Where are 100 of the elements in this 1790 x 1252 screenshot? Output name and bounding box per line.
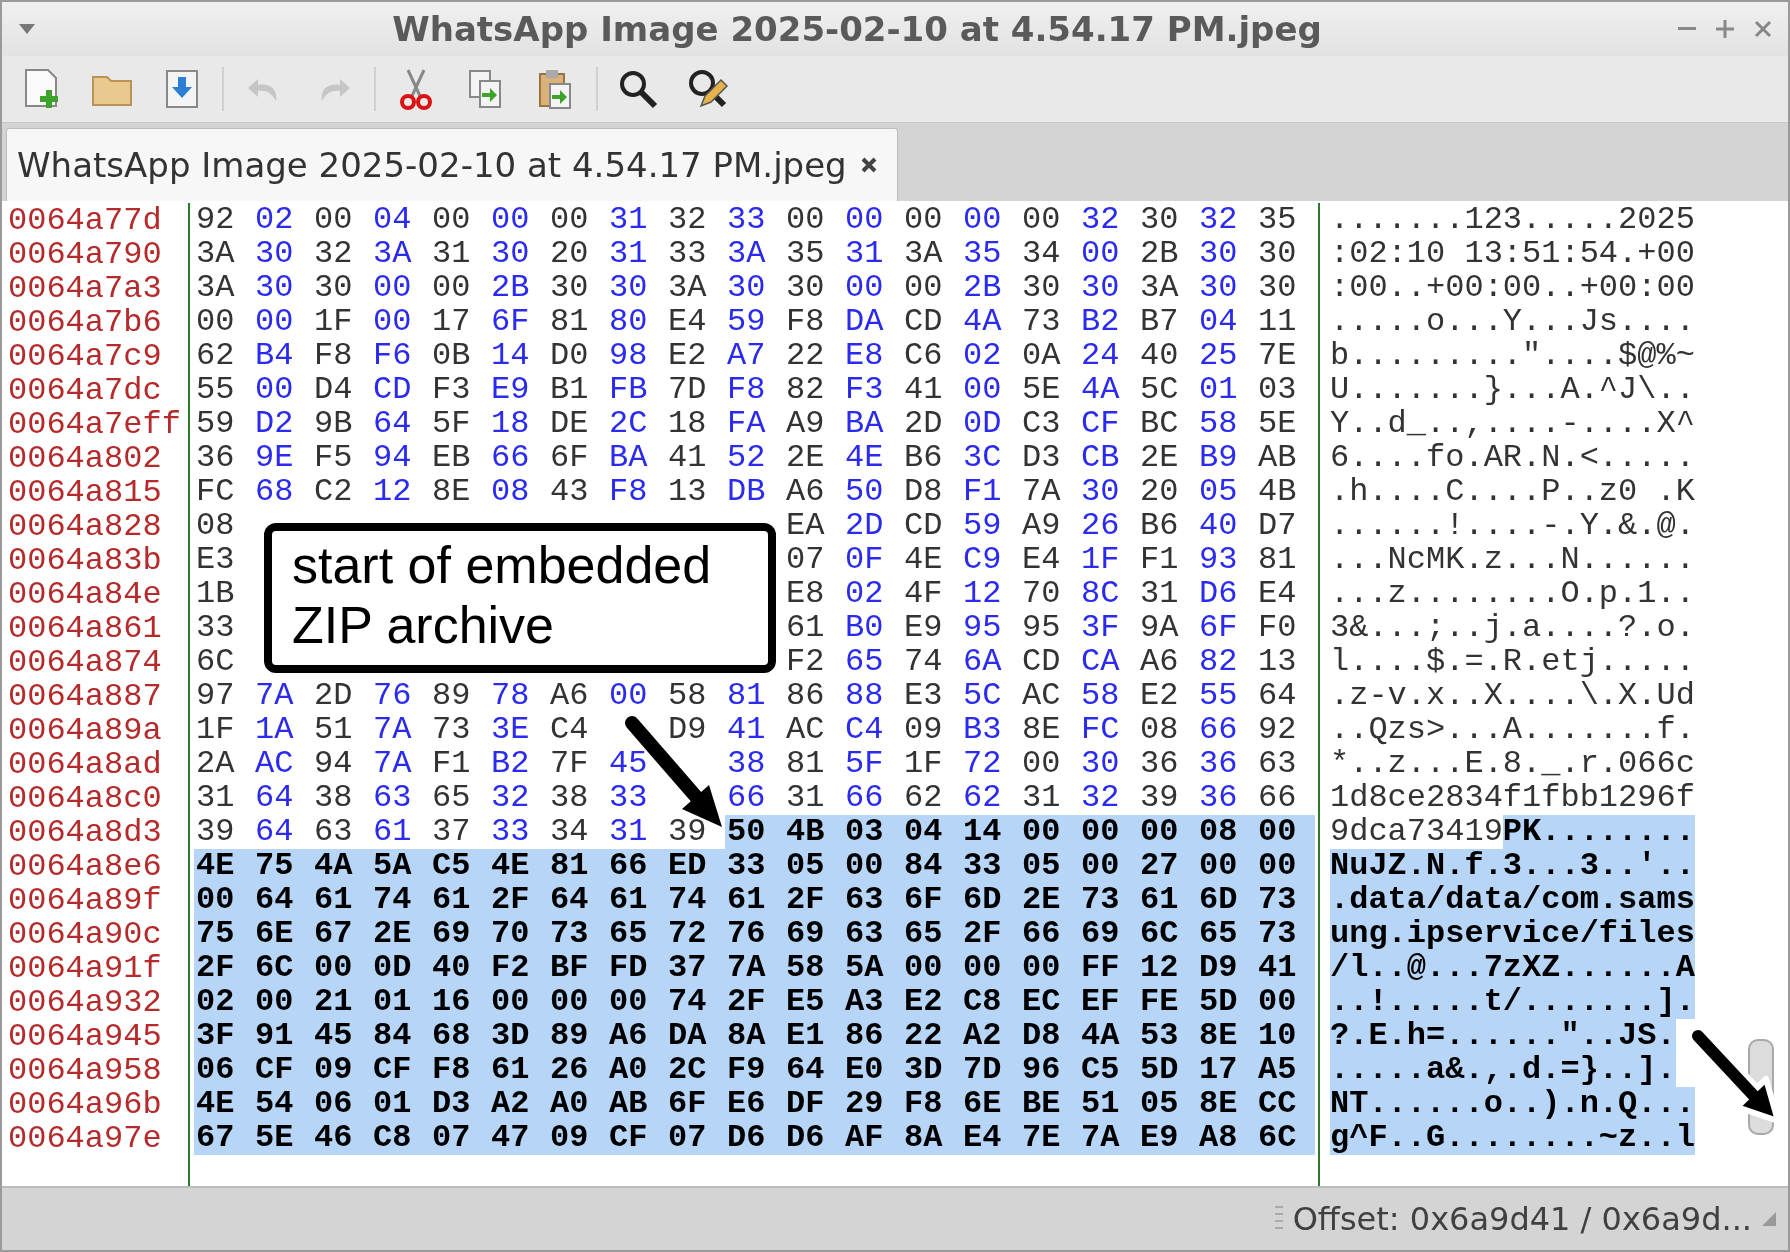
hex-byte: 1F xyxy=(1080,543,1121,577)
hex-byte: 06 xyxy=(194,1053,253,1087)
scissors-icon xyxy=(398,68,434,110)
hex-byte: 41 xyxy=(903,373,944,407)
search-icon xyxy=(618,69,658,109)
hex-byte: 3D xyxy=(902,1053,961,1087)
ascii-text: ...NcMK.z...N...... xyxy=(1330,543,1695,577)
hex-byte: CA xyxy=(1080,645,1121,679)
hex-byte: 61 xyxy=(607,883,666,917)
hex-byte: C2 xyxy=(313,475,354,509)
hex-byte: 0A xyxy=(1021,339,1062,373)
ascii-text: :02:10 13:51:54.+00 xyxy=(1330,237,1695,271)
hex-byte: 58 xyxy=(784,951,843,985)
hex-byte: 65 xyxy=(607,917,666,951)
hex-byte: 72 xyxy=(962,747,1003,781)
hex-byte: E3 xyxy=(903,679,944,713)
hex-byte: 43 xyxy=(549,475,590,509)
hex-byte: 62 xyxy=(195,339,236,373)
hex-byte: 0F xyxy=(844,543,885,577)
hex-byte: 07 xyxy=(430,1121,489,1155)
hex-byte: 94 xyxy=(313,747,354,781)
hex-byte: 05 xyxy=(1020,849,1079,883)
file-tab[interactable]: WhatsApp Image 2025-02-10 at 4.54.17 PM.jpeg xyxy=(6,128,898,201)
hex-byte: 61 xyxy=(489,1053,548,1087)
hex-byte: 68 xyxy=(430,1019,489,1053)
hex-byte: A6 xyxy=(1139,645,1180,679)
hex-byte: 2A xyxy=(195,747,236,781)
hex-byte: 6C xyxy=(1256,1121,1315,1155)
hex-byte: E8 xyxy=(844,339,885,373)
hex-byte: 3F xyxy=(1080,611,1121,645)
close-icon[interactable] xyxy=(860,157,877,173)
hex-byte: 41 xyxy=(1256,951,1315,985)
hex-byte: A2 xyxy=(489,1087,548,1121)
hex-byte: 9E xyxy=(254,441,295,475)
hex-byte: 1B xyxy=(195,577,236,611)
hex-byte: 4F xyxy=(903,577,944,611)
hex-byte: 84 xyxy=(902,849,961,883)
hex-byte: 30 xyxy=(785,271,826,305)
hex-byte: 33 xyxy=(490,815,531,849)
hex-byte: 00 xyxy=(962,373,1003,407)
hex-byte: 1A xyxy=(254,713,295,747)
hex-byte: 30 xyxy=(1080,271,1121,305)
ascii-text: ...z........O.p.1.. xyxy=(1330,577,1695,611)
hex-byte: 98 xyxy=(608,339,649,373)
hex-byte: B4 xyxy=(254,339,295,373)
hex-byte: 4B xyxy=(1257,475,1298,509)
hex-byte: 33 xyxy=(608,781,649,815)
hex-byte: 00 xyxy=(844,271,885,305)
ascii-text: ..Qzs>...A.......f. xyxy=(1330,713,1695,747)
hex-byte: F0 xyxy=(1257,611,1298,645)
hex-byte: 00 xyxy=(313,203,354,237)
hex-byte: 36 xyxy=(195,441,236,475)
hex-byte: 00 xyxy=(1079,849,1138,883)
hex-byte: 1F xyxy=(313,305,354,339)
minimize-icon[interactable] xyxy=(1678,27,1696,31)
hex-byte: F8 xyxy=(785,305,826,339)
hex-byte: B6 xyxy=(1139,509,1180,543)
hex-byte: 2E xyxy=(1020,883,1079,917)
hex-byte: 07 xyxy=(785,543,826,577)
hex-byte: 4E xyxy=(903,543,944,577)
hex-byte: DF xyxy=(784,1087,843,1121)
hex-byte: 89 xyxy=(548,1019,607,1053)
hex-byte: 7A xyxy=(254,679,295,713)
hex-byte: 31 xyxy=(785,781,826,815)
hex-byte: 00 xyxy=(1256,985,1315,1019)
hex-byte: 7F xyxy=(549,747,590,781)
hex-byte: 14 xyxy=(961,815,1020,849)
hex-byte: 65 xyxy=(431,781,472,815)
hex-byte: 37 xyxy=(431,815,472,849)
hex-byte: C8 xyxy=(961,985,1020,1019)
ascii-text: ?.E.h=......"..JS. xyxy=(1330,1019,1676,1053)
ascii-text: :00..+00:00..+00:00 xyxy=(1330,271,1695,305)
hex-byte: 1F xyxy=(903,747,944,781)
window-title: WhatsApp Image 2025-02-10 at 4.54.17 PM.jpeg xyxy=(391,9,1323,49)
hex-byte: E2 xyxy=(902,985,961,1019)
hex-byte: BE xyxy=(1020,1087,1079,1121)
hex-byte: 00 xyxy=(903,271,944,305)
ascii-text: U.......}...A.^J\.. xyxy=(1330,373,1695,407)
hex-byte: D9 xyxy=(1197,951,1256,985)
hex-byte: AB xyxy=(607,1087,666,1121)
hex-byte: A6 xyxy=(785,475,826,509)
hex-byte: 00 xyxy=(312,951,371,985)
hex-byte: F2 xyxy=(785,645,826,679)
hex-byte: 00 xyxy=(607,985,666,1019)
ascii-text: .....a&.,.d.=}..]. xyxy=(1330,1053,1676,1087)
hex-byte: 92 xyxy=(1257,713,1298,747)
hex-byte: 82 xyxy=(785,373,826,407)
hex-byte: 62 xyxy=(962,781,1003,815)
hex-byte: CF xyxy=(1080,407,1121,441)
hex-byte: 39 xyxy=(195,815,236,849)
hex-byte: 30 xyxy=(490,237,531,271)
hex-byte: 58 xyxy=(667,679,708,713)
hex-byte: 65 xyxy=(844,645,885,679)
hex-byte: 6F xyxy=(666,1087,725,1121)
hex-byte: 38 xyxy=(313,781,354,815)
hex-byte: 80 xyxy=(608,305,649,339)
hex-byte: FE xyxy=(1138,985,1197,1019)
hex-byte: 32 xyxy=(667,203,708,237)
maximize-icon[interactable] xyxy=(1716,20,1734,38)
hex-byte: 00 xyxy=(431,203,472,237)
